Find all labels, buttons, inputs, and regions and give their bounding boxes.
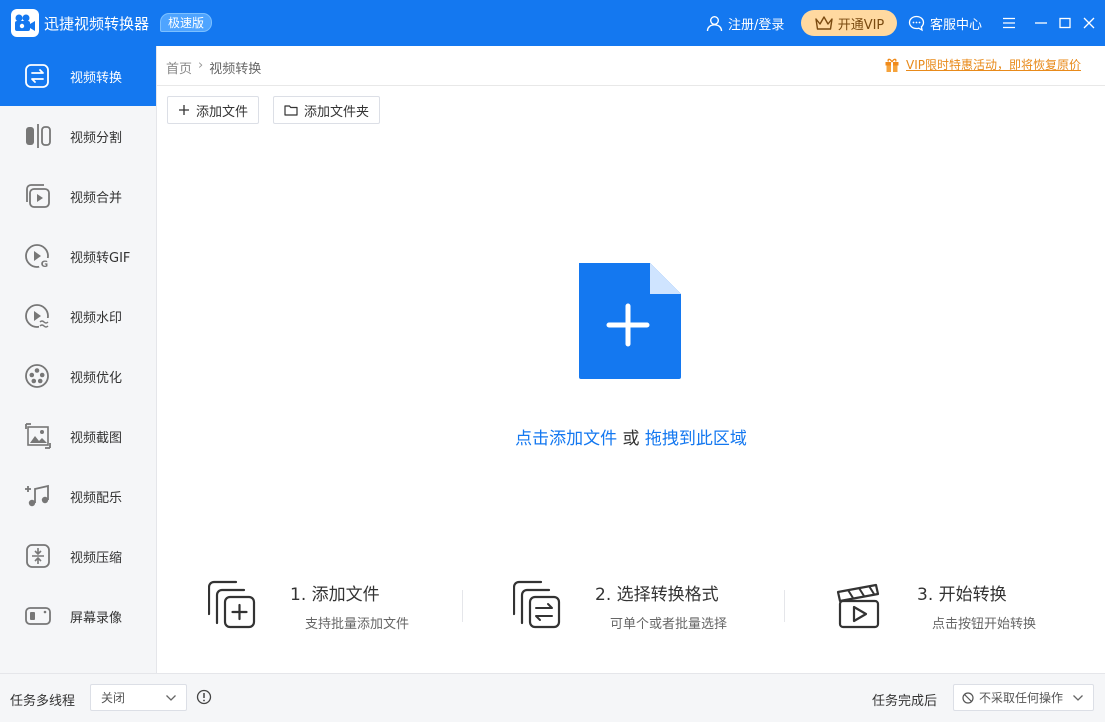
sidebar-item-label: 视频转换 <box>70 71 123 86</box>
hamburger-menu-icon <box>1003 17 1015 29</box>
breadcrumb-separator: › <box>198 58 204 73</box>
step-title: 3. 开始转换 <box>917 585 1007 605</box>
step-add-file: 1. 添加文件 支持批量添加文件 <box>208 578 448 638</box>
film-reel-icon <box>25 364 49 388</box>
status-footer: 任务多线程 关闭 任务完成后 不采取任何操作 <box>0 673 1105 722</box>
music-note-icon <box>25 484 49 507</box>
add-files-step-icon <box>208 580 256 629</box>
maximize-button[interactable] <box>1053 11 1077 35</box>
sidebar-item-label: 视频分割 <box>70 131 123 146</box>
multithread-select[interactable]: 关闭 <box>90 684 187 711</box>
sidebar-item-video-screenshot[interactable]: 视频截图 <box>0 406 156 466</box>
step-subtitle: 点击按钮开始转换 <box>932 617 1037 632</box>
step-subtitle: 支持批量添加文件 <box>305 617 410 632</box>
step-select-format: 2. 选择转换格式 可单个或者批量选择 <box>513 578 773 638</box>
click-add-file-link[interactable]: 点击添加文件 <box>515 429 617 449</box>
app-logo-icon <box>15 14 35 31</box>
sidebar-item-label: 视频水印 <box>70 311 123 326</box>
open-vip-button[interactable]: 开通VIP <box>801 10 897 36</box>
sidebar: 视频转换 视频分割 视频合并 G 视频转GIF 视频水印 视频优化 视频截图 视… <box>0 46 157 673</box>
after-task-label: 任务完成后 <box>872 694 938 709</box>
screen-record-icon <box>25 607 51 625</box>
video-split-icon <box>26 124 51 148</box>
close-icon <box>1083 17 1095 29</box>
sidebar-item-label: 视频优化 <box>70 371 123 386</box>
video-watermark-icon <box>25 304 51 328</box>
drop-hint: 点击添加文件 或 拖拽到此区域 <box>157 424 1105 449</box>
breadcrumb-home[interactable]: 首页 <box>166 58 192 77</box>
svg-text:G: G <box>41 260 48 269</box>
add-file-button[interactable]: 添加文件 <box>167 96 260 124</box>
vip-label: 开通VIP <box>837 17 885 33</box>
video-convert-icon <box>25 64 49 88</box>
step-divider <box>784 590 785 622</box>
gift-icon <box>885 58 899 72</box>
menu-button[interactable] <box>997 11 1021 35</box>
folder-icon <box>284 105 298 116</box>
chevron-down-icon <box>1073 695 1083 701</box>
login-button[interactable]: 注册/登录 <box>706 12 784 34</box>
edition-badge: 极速版 <box>160 13 213 32</box>
sidebar-item-label: 视频截图 <box>70 431 123 446</box>
add-file-label: 添加文件 <box>196 104 249 120</box>
sidebar-item-label: 屏幕录像 <box>70 611 123 626</box>
sidebar-item-video-music[interactable]: 视频配乐 <box>0 466 156 526</box>
chat-bubble-icon <box>908 15 925 31</box>
add-file-icon <box>579 263 681 379</box>
clapperboard-icon <box>836 583 880 629</box>
minimize-icon <box>1035 22 1047 24</box>
sidebar-item-video-convert[interactable]: 视频转换 <box>0 46 156 106</box>
header-divider <box>157 85 1105 86</box>
title-bar: 迅捷视频转换器 极速版 注册/登录 开通VIP 客服中心 <box>0 0 1105 46</box>
sidebar-item-video-gif[interactable]: G 视频转GIF <box>0 226 156 286</box>
sidebar-item-label: 视频配乐 <box>70 491 123 506</box>
drag-here-text: 拖拽到此区域 <box>644 429 747 449</box>
breadcrumb: 首页 › 视频转换 <box>166 58 261 77</box>
sidebar-item-label: 视频压缩 <box>70 551 123 566</box>
add-folder-label: 添加文件夹 <box>304 104 370 120</box>
step-start-convert: 3. 开始转换 点击按钮开始转换 <box>835 578 1075 638</box>
video-gif-icon: G <box>25 244 50 269</box>
breadcrumb-current: 视频转换 <box>209 62 262 77</box>
app-logo <box>11 9 39 37</box>
sidebar-item-video-split[interactable]: 视频分割 <box>0 106 156 166</box>
close-button[interactable] <box>1077 11 1101 35</box>
sidebar-item-screen-record[interactable]: 屏幕录像 <box>0 586 156 646</box>
sidebar-item-video-optimize[interactable]: 视频优化 <box>0 346 156 406</box>
sidebar-item-video-watermark[interactable]: 视频水印 <box>0 286 156 346</box>
after-task-select[interactable]: 不采取任何操作 <box>953 684 1094 711</box>
plus-icon <box>179 105 189 115</box>
sidebar-item-label: 视频合并 <box>70 191 123 206</box>
info-icon[interactable] <box>196 689 212 705</box>
step-title: 2. 选择转换格式 <box>595 585 719 605</box>
step-subtitle: 可单个或者批量选择 <box>610 617 728 632</box>
multithread-value: 关闭 <box>101 691 126 705</box>
app-title: 迅捷视频转换器 <box>44 15 150 33</box>
video-merge-icon <box>26 184 50 208</box>
minimize-button[interactable] <box>1029 11 1053 35</box>
add-folder-button[interactable]: 添加文件夹 <box>273 96 381 124</box>
after-task-value: 不采取任何操作 <box>979 691 1064 705</box>
sidebar-item-label: 视频转GIF <box>70 251 131 266</box>
promo-text: VIP限时特惠活动，即将恢复原价 <box>906 58 1081 72</box>
multithread-label: 任务多线程 <box>10 694 76 709</box>
customer-service-button[interactable]: 客服中心 <box>908 12 982 34</box>
service-label: 客服中心 <box>930 17 983 33</box>
login-label: 注册/登录 <box>728 17 785 33</box>
chevron-down-icon <box>166 695 176 701</box>
image-screenshot-icon <box>25 423 51 449</box>
select-format-step-icon <box>513 580 561 629</box>
step-divider <box>462 590 463 622</box>
crown-icon <box>815 16 833 30</box>
vip-promo-link[interactable]: VIP限时特惠活动，即将恢复原价 <box>884 56 1081 73</box>
compress-icon <box>26 544 50 568</box>
user-icon <box>706 15 723 31</box>
or-text: 或 <box>622 429 640 449</box>
step-title: 1. 添加文件 <box>290 585 380 605</box>
file-drop-zone[interactable]: 点击添加文件 或 拖拽到此区域 <box>157 126 1105 546</box>
sidebar-item-video-compress[interactable]: 视频压缩 <box>0 526 156 586</box>
prohibited-icon <box>962 691 974 704</box>
maximize-icon <box>1059 17 1071 29</box>
sidebar-item-video-merge[interactable]: 视频合并 <box>0 166 156 226</box>
